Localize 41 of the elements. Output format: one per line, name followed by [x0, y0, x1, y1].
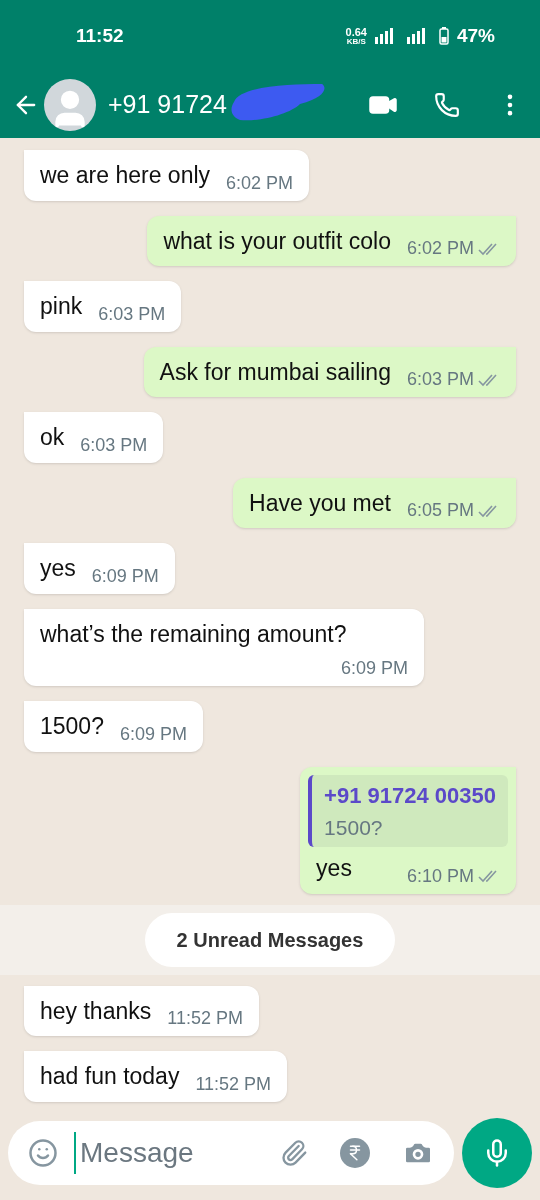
message-text: pink [40, 292, 83, 321]
message-time: 6:02 PM [226, 171, 294, 195]
quote-author: +91 91724 00350 [324, 781, 496, 810]
message-time: 6:05 PM [406, 499, 474, 522]
paperclip-icon[interactable] [280, 1139, 308, 1167]
message-text-input[interactable]: Message [74, 1132, 264, 1174]
message-text: had fun today [40, 1062, 180, 1091]
message-time: 11:52 PM [195, 1072, 272, 1096]
message-time: 6:02 PM [406, 237, 474, 260]
message-text: we are here only [40, 161, 211, 190]
message-time: 6:09 PM [91, 564, 159, 588]
battery-percent: 47% [456, 23, 495, 48]
message-text: yes [40, 554, 76, 583]
speed-unit: KB/S [346, 37, 366, 46]
message-text: Have you met [249, 488, 391, 518]
message-time: 11:52 PM [167, 1007, 243, 1030]
message-text: what is your outfit colo [163, 226, 391, 256]
message-input[interactable]: Message [8, 1121, 454, 1185]
message-time: 6:09 PM [340, 657, 408, 680]
quoted-message[interactable]: +91 91724 00350 1500? [308, 774, 508, 847]
unread-count: 2 Unread Messages [144, 912, 396, 967]
rupee-icon[interactable] [340, 1138, 370, 1168]
phone-icon[interactable] [434, 92, 460, 118]
message-text: 1500? [40, 712, 104, 741]
status-time: 11:52 [76, 23, 124, 48]
emoji-icon[interactable] [28, 1138, 58, 1168]
message-text: Ask for mumbai sailing [159, 357, 391, 387]
message-text: ok [40, 423, 65, 452]
message-text: yes [316, 854, 352, 883]
message-time: 6:03 PM [406, 368, 474, 391]
message-time: 6:10 PM [406, 864, 474, 888]
quote-text: 1500? [324, 814, 384, 841]
message-text: hey thanks [40, 996, 152, 1026]
message-time: 6:03 PM [98, 302, 166, 326]
message-text: what’s the remaining amount? [40, 619, 347, 649]
avatar[interactable] [44, 79, 96, 131]
message-time: 6:09 PM [119, 722, 187, 746]
contact-name[interactable]: +91 91724 [108, 86, 227, 124]
battery-icon [438, 27, 449, 45]
network-speed: 0.64 [345, 26, 367, 38]
message-time: 6:03 PM [80, 433, 148, 457]
